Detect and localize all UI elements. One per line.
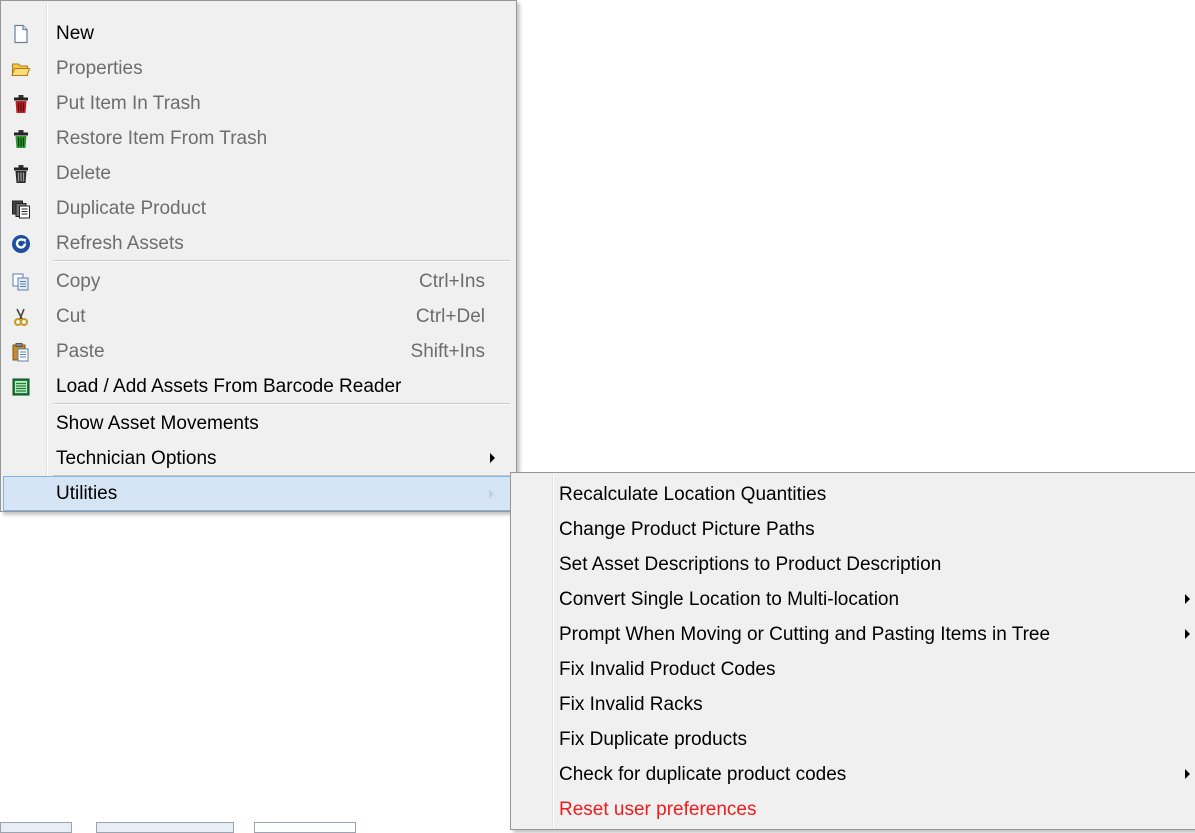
menu-item-label: Show Asset Movements	[56, 413, 259, 434]
trash-black-icon	[11, 164, 31, 184]
menu-item-label: Paste	[56, 341, 105, 362]
menu-item-delete[interactable]: Delete	[3, 156, 513, 191]
menu-item-label: Properties	[56, 58, 143, 79]
menu-item-label: Change Product Picture Paths	[559, 519, 815, 540]
submenu-item-set-asset-descriptions[interactable]: Set Asset Descriptions to Product Descri…	[514, 547, 1192, 582]
copy-icon	[11, 272, 31, 292]
menu-item-label: Fix Invalid Racks	[559, 694, 703, 715]
menu-item-restore-from-trash[interactable]: Restore Item From Trash	[3, 121, 513, 156]
trash-red-icon	[11, 94, 31, 114]
menu-item-refresh-assets[interactable]: Refresh Assets	[3, 226, 513, 261]
submenu-item-change-picture-paths[interactable]: Change Product Picture Paths	[514, 512, 1192, 547]
submenu-item-prompt-when-moving[interactable]: Prompt When Moving or Cutting and Pastin…	[514, 617, 1192, 652]
menu-item-label: Utilities	[56, 483, 118, 504]
duplicate-icon	[11, 199, 31, 219]
submenu-item-fix-duplicate-products[interactable]: Fix Duplicate products	[514, 722, 1192, 757]
menu-item-technician-options[interactable]: Technician Options	[3, 441, 513, 476]
menu-item-paste[interactable]: Paste Shift+Ins	[3, 334, 513, 369]
menu-item-label: Copy	[56, 271, 101, 292]
menu-item-utilities[interactable]: Utilities	[3, 476, 513, 511]
submenu-item-convert-single-location[interactable]: Convert Single Location to Multi-locatio…	[514, 582, 1192, 617]
scissors-icon	[11, 307, 31, 327]
menu-item-label: Prompt When Moving or Cutting and Pastin…	[559, 624, 1051, 645]
folder-open-icon	[11, 59, 31, 79]
menu-item-cut[interactable]: Cut Ctrl+Del	[3, 299, 513, 334]
utilities-submenu: Recalculate Location Quantities Change P…	[510, 472, 1195, 830]
menu-item-duplicate-product[interactable]: Duplicate Product	[3, 191, 513, 226]
submenu-item-fix-invalid-racks[interactable]: Fix Invalid Racks	[514, 687, 1192, 722]
menu-item-properties[interactable]: Properties	[3, 51, 513, 86]
menu-item-new[interactable]: New	[3, 16, 513, 51]
menu-item-label: Put Item In Trash	[56, 93, 201, 114]
menu-item-label: Reset user preferences	[559, 799, 757, 820]
shortcut-label: Ctrl+Ins	[419, 271, 485, 292]
barcode-list-icon	[11, 377, 31, 397]
menu-separator	[53, 260, 510, 262]
menu-item-label: Duplicate Product	[56, 198, 206, 219]
menu-item-label: Delete	[56, 163, 111, 184]
menu-item-load-barcode[interactable]: Load / Add Assets From Barcode Reader	[3, 369, 513, 404]
background-taskbar-item	[254, 822, 356, 833]
menu-item-label: Set Asset Descriptions to Product Descri…	[559, 554, 942, 575]
menu-item-label: New	[56, 23, 95, 44]
menu-separator	[53, 403, 510, 405]
submenu-item-recalculate-location-quantities[interactable]: Recalculate Location Quantities	[514, 477, 1192, 512]
submenu-arrow-icon	[1185, 629, 1190, 639]
menu-item-label: Fix Invalid Product Codes	[559, 659, 776, 680]
menu-item-label: Refresh Assets	[56, 233, 184, 254]
menu-item-label: Restore Item From Trash	[56, 128, 268, 149]
menu-item-label: Check for duplicate product codes	[559, 764, 847, 785]
background-taskbar-item	[0, 822, 72, 833]
submenu-arrow-icon	[490, 453, 495, 463]
menu-item-label: Fix Duplicate products	[559, 729, 747, 750]
background-taskbar-item	[96, 822, 234, 833]
menu-item-show-asset-movements[interactable]: Show Asset Movements	[3, 406, 513, 441]
submenu-item-check-duplicate-codes[interactable]: Check for duplicate product codes	[514, 757, 1192, 792]
context-menu: New Properties Put Item In Trash Restore…	[0, 0, 517, 512]
refresh-icon	[11, 234, 31, 254]
paste-icon	[11, 342, 31, 362]
menu-item-label: Technician Options	[56, 448, 217, 469]
submenu-arrow-icon	[1185, 594, 1190, 604]
menu-item-label: Load / Add Assets From Barcode Reader	[56, 376, 402, 397]
shortcut-label: Shift+Ins	[410, 341, 485, 362]
trash-green-icon	[11, 129, 31, 149]
shortcut-label: Ctrl+Del	[415, 306, 485, 327]
submenu-item-reset-user-preferences[interactable]: Reset user preferences	[514, 792, 1192, 827]
menu-item-label: Convert Single Location to Multi-locatio…	[559, 589, 900, 610]
menu-item-label: Recalculate Location Quantities	[559, 484, 827, 505]
menu-item-put-in-trash[interactable]: Put Item In Trash	[3, 86, 513, 121]
submenu-arrow-icon	[1185, 769, 1190, 779]
menu-item-copy[interactable]: Copy Ctrl+Ins	[3, 264, 513, 299]
menu-item-label: Cut	[56, 306, 86, 327]
submenu-arrow-icon	[489, 489, 494, 499]
submenu-item-fix-invalid-product-codes[interactable]: Fix Invalid Product Codes	[514, 652, 1192, 687]
new-document-icon	[11, 24, 31, 44]
